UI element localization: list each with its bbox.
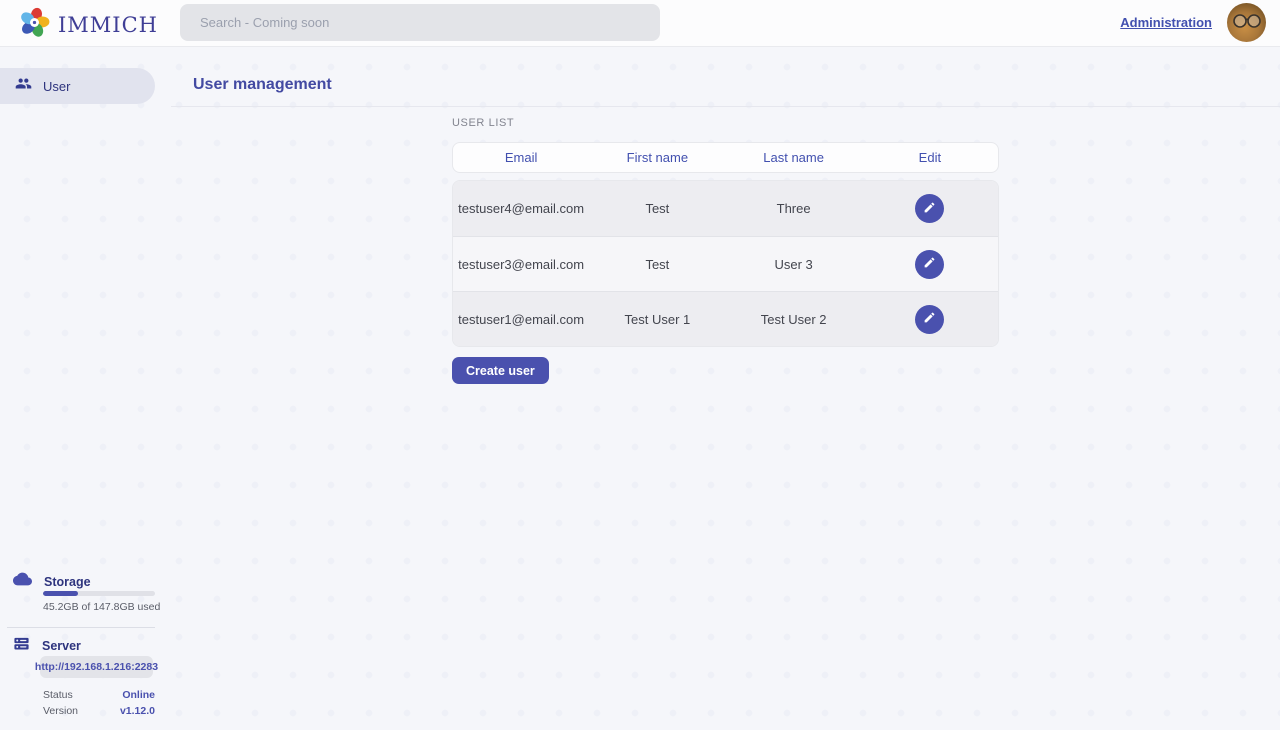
sidebar-item-user[interactable]: User: [0, 68, 155, 104]
version-value: v1.12.0: [120, 705, 155, 717]
user-list-label: USER LIST: [452, 117, 514, 129]
glasses-icon: [1232, 13, 1262, 29]
user-first-name: Test: [589, 257, 725, 272]
user-email: testuser4@email.com: [453, 201, 589, 216]
user-last-name: Test User 2: [726, 312, 862, 327]
search-input[interactable]: [180, 4, 660, 41]
server-status-row: Status Online: [43, 689, 155, 701]
user-email: testuser1@email.com: [453, 312, 589, 327]
server-title: Server: [42, 639, 81, 653]
user-first-name: Test: [589, 201, 725, 216]
create-user-button[interactable]: Create user: [452, 357, 549, 384]
storage-progress-fill: [43, 591, 78, 596]
user-email: testuser3@email.com: [453, 257, 589, 272]
pencil-icon: [923, 311, 936, 327]
server-icon: [13, 635, 30, 657]
status-value: Online: [122, 689, 155, 701]
edit-user-button[interactable]: [915, 250, 944, 279]
user-table-header: Email First name Last name Edit: [452, 142, 999, 173]
storage-title: Storage: [44, 575, 91, 589]
status-label: Status: [43, 689, 73, 701]
title-divider: [171, 106, 1280, 107]
storage-progress-track: [43, 591, 155, 596]
pencil-icon: [923, 256, 936, 272]
page-title: User management: [193, 76, 332, 94]
app-title: IMMICH: [58, 13, 158, 37]
edit-user-button[interactable]: [915, 305, 944, 334]
administration-link[interactable]: Administration: [1120, 15, 1212, 30]
sidebar-item-label: User: [43, 79, 70, 94]
app-logo[interactable]: IMMICH: [18, 6, 158, 44]
column-header-first-name: First name: [589, 150, 725, 165]
column-header-edit: Edit: [862, 150, 998, 165]
storage-section: Storage 45.2GB of 147.8GB used: [0, 572, 155, 591]
users-icon: [15, 75, 32, 97]
top-navbar: IMMICH Administration: [0, 0, 1280, 47]
table-row: testuser3@email.com Test User 3: [453, 236, 998, 291]
column-header-email: Email: [453, 150, 589, 165]
user-avatar[interactable]: [1227, 3, 1266, 42]
sidebar-divider: [7, 627, 155, 628]
cloud-icon: [13, 572, 32, 591]
edit-user-button[interactable]: [915, 194, 944, 223]
user-last-name: User 3: [726, 257, 862, 272]
user-last-name: Three: [726, 201, 862, 216]
user-first-name: Test User 1: [589, 312, 725, 327]
sidebar: User Storage 45.2GB of 147.8GB used: [0, 47, 155, 730]
storage-usage-text: 45.2GB of 147.8GB used: [43, 601, 160, 613]
table-row: testuser4@email.com Test Three: [453, 181, 998, 236]
user-table: testuser4@email.com Test Three testuser3…: [452, 180, 999, 347]
column-header-last-name: Last name: [726, 150, 862, 165]
pencil-icon: [923, 201, 936, 217]
server-version-row: Version v1.12.0: [43, 705, 155, 717]
server-section: Server http://192.168.1.216:2283 Status …: [0, 635, 155, 657]
server-url-badge: http://192.168.1.216:2283: [40, 656, 153, 678]
immich-flower-icon: [18, 6, 51, 44]
table-row: testuser1@email.com Test User 1 Test Use…: [453, 291, 998, 346]
version-label: Version: [43, 705, 78, 717]
page-background: IMMICH Administration User: [0, 0, 1280, 730]
